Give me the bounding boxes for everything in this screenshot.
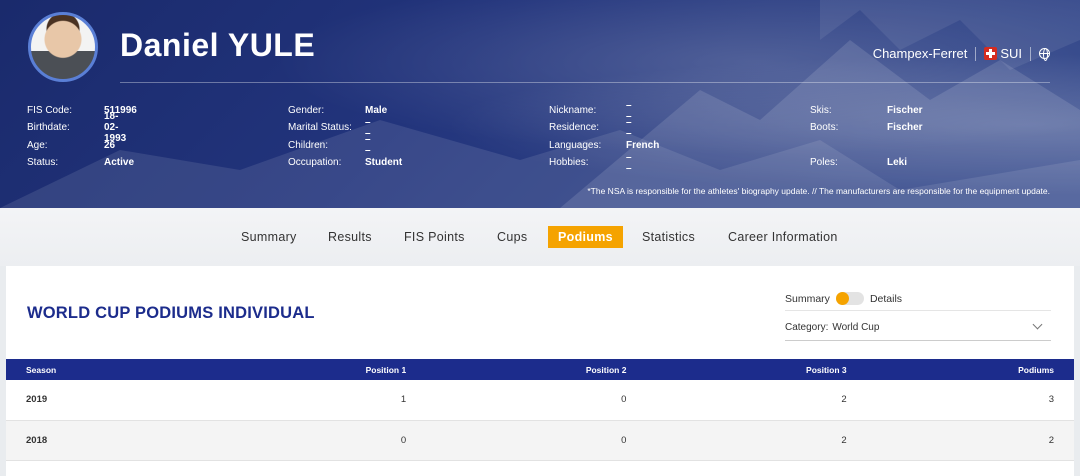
bio-value: – –	[365, 134, 371, 157]
bio-label: Skis:	[810, 105, 832, 117]
bio-row: FIS Code: 511996	[27, 102, 137, 119]
bio-row: Nickname: – –	[549, 100, 632, 122]
bio-label: Hobbies:	[549, 157, 589, 169]
header-divider	[120, 82, 1050, 83]
bio-value: 26	[104, 139, 116, 151]
cell-season: 2019	[26, 394, 48, 406]
bio-row: Marital Status: – –	[288, 117, 371, 139]
summary-details-toggle[interactable]	[835, 292, 864, 305]
bio-column-2: Gender: Male Marital Status: – – Children:…	[288, 102, 402, 171]
bio-row: Gender: Male	[288, 102, 387, 119]
bio-disclaimer: *The NSA is responsible for the athletes…	[587, 186, 1050, 196]
bio-row: Age: 26	[27, 137, 115, 154]
cell-position-1: 0	[400, 434, 407, 446]
bio-label: Birthdate:	[27, 122, 70, 134]
category-value: World Cup	[832, 321, 880, 333]
cell-season: 2018	[26, 434, 48, 446]
col-header-position-1[interactable]: Position 1	[206, 359, 426, 380]
bio-row: Skis: Fischer	[810, 102, 923, 119]
divider	[1030, 46, 1031, 61]
chevron-down-icon	[1032, 319, 1043, 330]
bio-label: Residence:	[549, 122, 600, 134]
tab-results[interactable]: Results	[328, 226, 372, 248]
col-header-season[interactable]: Season	[6, 359, 206, 380]
table-row[interactable]: 2018 0 0 2 2	[6, 420, 1074, 460]
bio-value: – –	[626, 116, 632, 139]
cell-podiums: 2	[1048, 434, 1054, 446]
athlete-nation: SUI	[1000, 46, 1022, 61]
tab-career-information[interactable]: Career Information	[728, 226, 838, 248]
bio-value: Student	[365, 157, 403, 169]
bio-row: Hobbies: – –	[549, 152, 632, 174]
bio-row: Children: – –	[288, 134, 371, 156]
tab-summary[interactable]: Summary	[241, 226, 297, 248]
tab-statistics[interactable]: Statistics	[642, 226, 695, 248]
tab-cups[interactable]: Cups	[497, 226, 527, 248]
bio-label: Marital Status:	[288, 122, 352, 134]
athlete-location: Champex-Ferret	[872, 46, 968, 61]
tab-fis-points[interactable]: FIS Points	[404, 226, 465, 248]
category-label: Category:	[785, 321, 829, 333]
bio-value: Male	[365, 105, 388, 117]
bio-row: Birthdate: 18-02-1993	[27, 111, 126, 144]
divider	[785, 310, 1051, 311]
col-header-position-2[interactable]: Position 2	[426, 359, 646, 380]
bio-row: Occupation: Student	[288, 154, 402, 171]
bio-row: Residence: – –	[549, 117, 632, 139]
bio-label: Poles:	[810, 157, 838, 169]
bio-label: Age:	[27, 139, 48, 151]
tab-podiums[interactable]: Podiums	[548, 226, 623, 248]
cell-position-3: 2	[841, 434, 847, 446]
cell-position-2: 0	[621, 434, 627, 446]
bio-value: Active	[104, 157, 135, 169]
bio-value: – –	[626, 151, 632, 174]
view-toggle-row: Summary Details	[785, 292, 902, 305]
table-header-row: Season Position 1 Position 2 Position 3 …	[6, 359, 1074, 380]
cell-position-2: 0	[621, 394, 627, 406]
bio-label: Nickname:	[549, 105, 597, 117]
toggle-label-summary[interactable]: Summary	[785, 293, 830, 305]
bio-label: Languages:	[549, 139, 602, 151]
panel-title: WORLD CUP PODIUMS INDIVIDUAL	[27, 304, 315, 322]
globe-icon[interactable]	[1039, 48, 1050, 61]
athlete-name: Daniel YULE	[120, 27, 316, 63]
toggle-label-details[interactable]: Details	[870, 293, 902, 305]
bio-value: Fischer	[887, 122, 923, 134]
bio-column-4: Skis: Fischer Boots: Fischer Poles: Leki	[810, 102, 923, 171]
toggle-knob	[835, 292, 849, 305]
bio-label: Children:	[288, 139, 329, 151]
profile-tabs: Summary Results FIS Points Cups Podiums …	[0, 208, 1080, 266]
podiums-panel: WORLD CUP PODIUMS INDIVIDUAL Summary Det…	[6, 266, 1074, 476]
bio-value: Fischer	[887, 105, 923, 117]
bio-row	[810, 137, 838, 154]
col-header-position-3[interactable]: Position 3	[646, 359, 866, 380]
bio-row: Status: Active	[27, 154, 134, 171]
divider	[975, 46, 977, 61]
athlete-avatar	[28, 12, 98, 82]
bio-label: Gender:	[288, 105, 325, 117]
bio-row: Boots: Fischer	[810, 119, 923, 136]
bio-label: Boots:	[810, 122, 839, 134]
category-select[interactable]: Category: World Cup	[785, 314, 1051, 341]
bio-label: Status:	[27, 157, 59, 169]
podiums-table: Season Position 1 Position 2 Position 3 …	[6, 359, 1074, 461]
cell-position-1: 1	[400, 394, 407, 406]
col-header-podiums[interactable]: Podiums	[867, 359, 1074, 380]
location-row: Champex-Ferret SUI	[873, 46, 1050, 61]
table-row[interactable]: 2019 1 0 2 3	[6, 380, 1074, 420]
bio-value: French	[626, 139, 660, 151]
bio-column-1: FIS Code: 511996 Birthdate: 18-02-1993 Age…	[27, 102, 137, 171]
cell-position-3: 2	[841, 394, 847, 406]
bio-label: FIS Code:	[27, 105, 73, 117]
bio-row: Poles: Leki	[810, 154, 907, 171]
bio-column-3: Nickname: – – Residence: – – Languages: Fre…	[549, 100, 659, 174]
athlete-header: Daniel YULE Champex-Ferret SUI FIS Code:…	[0, 0, 1080, 208]
bio-value: Leki	[887, 157, 908, 169]
bio-row: Languages: French	[549, 137, 659, 154]
bio-label: Occupation:	[288, 157, 342, 169]
cell-podiums: 3	[1048, 394, 1054, 406]
swiss-flag-icon	[984, 47, 998, 60]
